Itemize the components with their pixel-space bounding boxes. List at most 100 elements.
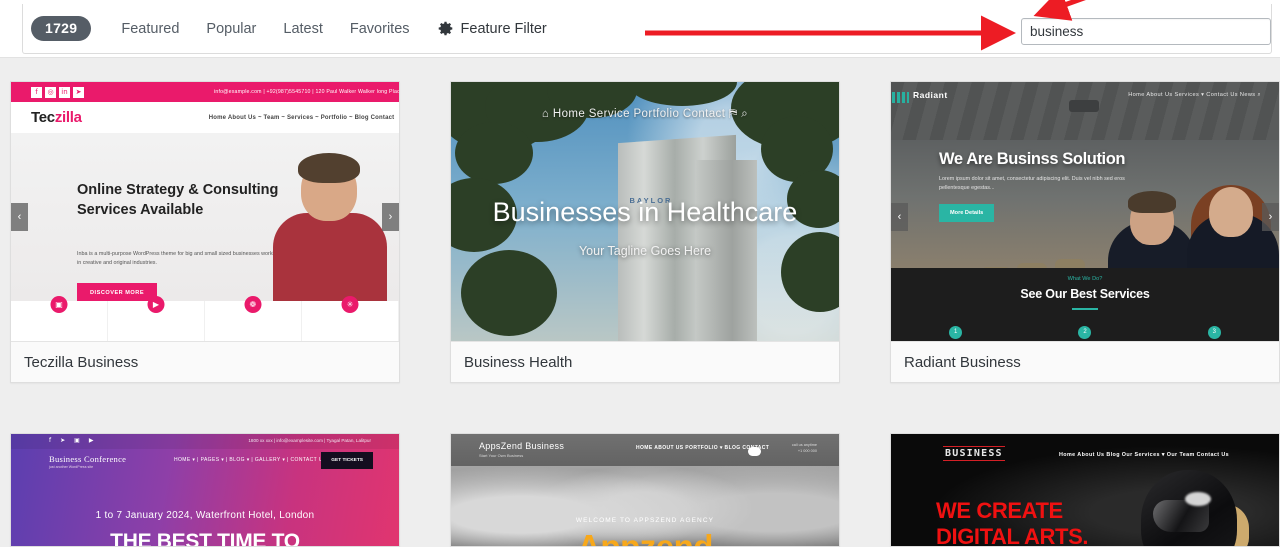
hero-tagline: Your Tagline Goes Here	[578, 244, 712, 258]
theme-title[interactable]: Radiant Business	[891, 341, 1279, 382]
contact-info: info@example.com | +92(987)5545710 | 120…	[214, 89, 399, 95]
youtube-icon: ▶	[88, 437, 94, 444]
step-item: 1	[891, 320, 1020, 339]
linkedin-icon: in	[59, 86, 70, 98]
site-logo: Business Conference	[49, 454, 127, 464]
hero-heading: Appzend	[451, 528, 839, 546]
get-tickets-button[interactable]: GET TICKETS	[321, 452, 373, 469]
slider-prev-arrow[interactable]: ‹	[891, 203, 908, 231]
hero-heading-line2: DIGITAL ARTS.	[936, 523, 1089, 546]
filter-link-popular[interactable]: Popular	[206, 21, 256, 37]
theme-screenshot: BAYLOR ⌂ Home Service Portfolio Contact …	[451, 82, 839, 341]
theme-grid: f ◎ in ➤ info@example.com | +92(987)5545…	[0, 58, 1280, 547]
theme-title[interactable]: Business Health	[451, 341, 839, 382]
facebook-icon: f	[31, 86, 42, 98]
hero-body: Lorem ipsum dolor sit amet, consectetur …	[939, 176, 1125, 192]
step-item: 2	[1020, 320, 1149, 339]
site-logo: Teczilla	[31, 109, 82, 126]
service-item[interactable]: ▶	[108, 296, 205, 341]
theme-title[interactable]: Teczilla Business	[11, 341, 399, 382]
service-item[interactable]: ▣	[11, 296, 108, 341]
heading-underline	[1072, 308, 1098, 310]
hero-eyebrow: WELCOME TO APPSZEND AGENCY	[575, 517, 715, 524]
hero-photo: BAYLOR ⌂ Home Service Portfolio Contact …	[451, 82, 839, 341]
nav-menu: Home About Us Services ▾ Contact Us News…	[1128, 92, 1261, 98]
call-info: call us anytime +1 000 000	[792, 442, 817, 455]
theme-screenshot: ‹ › Radiant Home About Us Services ▾ Con…	[891, 82, 1279, 341]
step-item: 3	[1150, 320, 1279, 339]
diamond-logo-icon	[891, 92, 909, 103]
nav-menu: HOME ▾ | PAGES ▾ | BLOG ▾ | GALLERY ▾ | …	[174, 457, 340, 463]
theme-count-badge: 1729	[31, 16, 92, 41]
hero-body: Inba is a multi-purpose WordPress theme …	[77, 251, 280, 266]
service-item[interactable]: ❁	[205, 296, 302, 341]
site-logo-text: Radiant	[913, 90, 948, 100]
hero-gradient: f ➤ ▣ ▶ 1800 xx xxx | info@examplesite.c…	[11, 434, 399, 546]
hero-photo: AppsZend Business Start Your Own Busines…	[451, 434, 839, 546]
theme-screenshot: f ➤ ▣ ▶ 1800 xx xxx | info@examplesite.c…	[11, 434, 399, 546]
nav-menu: Home About Us ~ Team ~ Services ~ Portfo…	[208, 114, 395, 121]
theme-card[interactable]: f ➤ ▣ ▶ 1800 xx xxx | info@examplesite.c…	[10, 433, 400, 547]
instagram-icon: ▣	[74, 437, 80, 444]
theme-screenshot: BUSINESS Home About Us Blog Our Services…	[891, 434, 1279, 546]
filter-link-featured[interactable]: Featured	[121, 21, 179, 37]
nav-menu: Home About Us Blog Our Services ▾ Our Te…	[1059, 452, 1230, 458]
motorcycle-helmet	[1141, 470, 1237, 546]
laptop-icon: ▣	[50, 296, 68, 313]
teczilla-navbar: Teczilla Home About Us ~ Team ~ Services…	[11, 102, 399, 133]
site-tagline: just another WordPress site	[49, 465, 94, 469]
section-heading: See Our Best Services	[1020, 287, 1150, 301]
hero-heading: Online Strategy & Consulting Services Av…	[77, 182, 279, 218]
instagram-icon: ◎	[45, 86, 56, 98]
hero-photo: BUSINESS Home About Us Blog Our Services…	[891, 434, 1279, 546]
twitter-icon: ➤	[60, 437, 66, 444]
radiant-navbar: Radiant Home About Us Services ▾ Contact…	[891, 89, 1279, 105]
hero-slider: ‹ › Online Strategy & Consulting Service…	[11, 133, 399, 301]
megaphone-icon: ▶	[147, 296, 165, 313]
search-input[interactable]	[1021, 18, 1271, 45]
services-section: What We Do? See Our Best Services 1 2 3	[891, 268, 1279, 341]
facebook-icon: f	[49, 437, 52, 444]
slider-next-arrow[interactable]: ›	[382, 203, 399, 231]
theme-card[interactable]: f ◎ in ➤ info@example.com | +92(987)5545…	[10, 81, 400, 383]
feature-filter-button[interactable]: Feature Filter	[437, 20, 547, 37]
twitter-icon: ➤	[73, 86, 84, 98]
theme-filter-bar: 1729 Featured Popular Latest Favorites F…	[0, 0, 1280, 58]
theme-card[interactable]: ‹ › Radiant Home About Us Services ▾ Con…	[890, 81, 1280, 383]
nav-menu: ⌂ Home Service Portfolio Contact ⛿ ⌕	[541, 108, 749, 120]
chat-bubble-icon	[748, 447, 761, 456]
section-eyebrow: What We Do?	[1067, 276, 1103, 282]
slider-next-arrow[interactable]: ›	[1262, 203, 1279, 231]
theme-card[interactable]: AppsZend Business Start Your Own Busines…	[450, 433, 840, 547]
topbar-info: 1800 xx xxx | info@examplesite.com | Tya…	[248, 438, 371, 443]
theme-card[interactable]: BAYLOR ⌂ Home Service Portfolio Contact …	[450, 81, 840, 383]
service-icon-row: ▣ ▶ ❁ ✳	[11, 296, 399, 341]
feature-filter-label: Feature Filter	[460, 20, 547, 37]
hero-heading: We Are Businss Solution	[939, 150, 1126, 168]
filter-link-latest[interactable]: Latest	[283, 21, 323, 37]
hero-cta-button[interactable]: DISCOVER MORE	[77, 283, 158, 301]
wordpress-icon: ❁	[244, 296, 262, 313]
hero-heading: Businesses in Healthcare	[492, 197, 798, 227]
step-number-row: 1 2 3	[891, 320, 1279, 339]
hero-heading: THE BEST TIME TO	[110, 530, 300, 546]
hero-person-photo	[267, 151, 393, 301]
hero-photo: ‹ › Radiant Home About Us Services ▾ Con…	[891, 82, 1279, 341]
teczilla-topbar: f ◎ in ➤ info@example.com | +92(987)5545…	[11, 82, 399, 102]
star-icon: ✳	[341, 296, 359, 313]
site-logo: Radiant	[891, 90, 948, 103]
social-icons: f ◎ in ➤	[31, 86, 84, 98]
site-logo: AppsZend Business	[479, 441, 565, 451]
service-item[interactable]: ✳	[302, 296, 399, 341]
hero-cta-button[interactable]: More Details	[939, 204, 995, 222]
site-tagline: Start Your Own Business	[479, 453, 524, 458]
hero-heading-line1: WE CREATE	[936, 498, 1063, 523]
theme-screenshot: f ◎ in ➤ info@example.com | +92(987)5545…	[11, 82, 399, 341]
slider-prev-arrow[interactable]: ‹	[11, 203, 28, 231]
theme-card[interactable]: BUSINESS Home About Us Blog Our Services…	[890, 433, 1280, 547]
call-number: +1 000 000	[797, 449, 817, 454]
event-date-line: 1 to 7 January 2024, Waterfront Hotel, L…	[95, 510, 315, 521]
theme-screenshot: AppsZend Business Start Your Own Busines…	[451, 434, 839, 546]
filter-link-favorites[interactable]: Favorites	[350, 21, 410, 37]
social-icons: f ➤ ▣ ▶	[49, 437, 93, 444]
